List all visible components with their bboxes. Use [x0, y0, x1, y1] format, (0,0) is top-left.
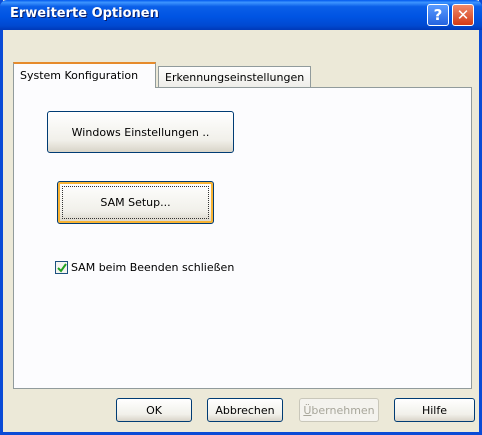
- ok-button[interactable]: OK: [116, 398, 192, 422]
- title-bar[interactable]: Erweiterte Optionen ? ✕: [0, 0, 482, 30]
- question-icon: ?: [433, 6, 443, 24]
- button-label: Abbrechen: [215, 403, 275, 417]
- help-button[interactable]: Hilfe: [394, 398, 475, 422]
- button-label: bernehmen: [311, 403, 375, 417]
- help-title-button[interactable]: ?: [427, 4, 449, 26]
- tab-system-konfiguration[interactable]: System Konfiguration: [13, 62, 156, 88]
- dialog-window: Erweiterte Optionen ? ✕ System Konfigura…: [0, 0, 482, 435]
- close-title-button[interactable]: ✕: [452, 4, 474, 26]
- tab-label: Erkennungseinstellungen: [165, 71, 305, 84]
- tab-label: System Konfiguration: [20, 69, 139, 82]
- close-icon: ✕: [456, 6, 470, 24]
- sam-setup-button[interactable]: SAM Setup...: [57, 181, 214, 224]
- checkbox-label: SAM beim Beenden schließen: [71, 261, 235, 274]
- apply-button[interactable]: Übernehmen: [299, 398, 379, 422]
- button-label: SAM Setup...: [100, 196, 171, 209]
- cancel-button[interactable]: Abbrechen: [207, 398, 283, 422]
- close-on-exit-checkbox[interactable]: [55, 261, 68, 274]
- windows-settings-button[interactable]: Windows Einstellungen ..: [47, 111, 234, 153]
- window-title: Erweiterte Optionen: [10, 6, 159, 21]
- checkmark-icon: [57, 263, 67, 273]
- tab-panel: Windows Einstellungen .. SAM Setup... SA…: [13, 87, 472, 389]
- button-label: Hilfe: [421, 403, 448, 417]
- button-label: Windows Einstellungen ..: [71, 125, 210, 139]
- button-label: OK: [146, 403, 162, 417]
